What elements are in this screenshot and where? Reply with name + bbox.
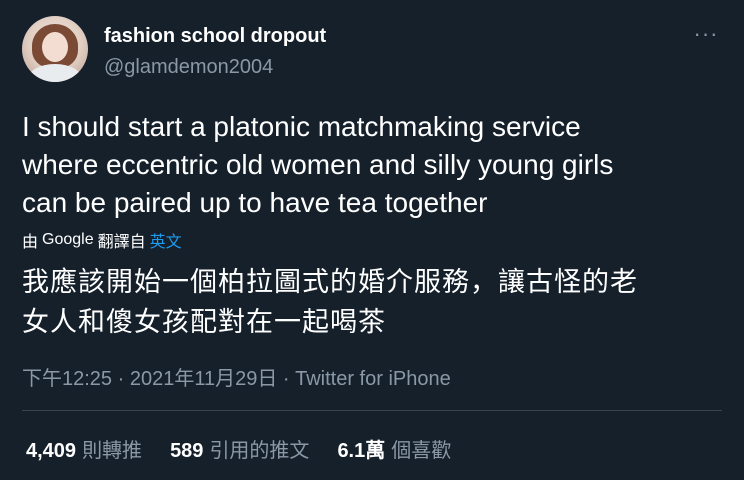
avatar-body <box>28 64 82 82</box>
tweet-text: I should start a platonic matchmaking se… <box>22 108 722 222</box>
likes-stat[interactable]: 6.1萬 個喜歡 <box>337 434 451 463</box>
user-handle[interactable]: @glamdemon2004 <box>104 56 273 79</box>
avatar-face <box>42 32 68 62</box>
translation-middle: 翻譯自 <box>97 234 146 251</box>
tweet-text-line: I should start a platonic matchmaking se… <box>22 111 581 142</box>
display-name[interactable]: fashion school dropout <box>104 25 326 48</box>
retweets-count: 4,409 <box>26 440 77 462</box>
likes-label: 個喜歡 <box>391 440 452 462</box>
tweet-text-line: can be paired up to have tea together <box>22 187 488 218</box>
translated-line: 我應該開始一個柏拉圖式的婚介服務，讓古怪的老 <box>22 267 638 297</box>
likes-count: 6.1萬 <box>337 440 386 462</box>
translation-source-language[interactable]: 英文 <box>150 228 182 252</box>
tweet-stats: 4,409 則轉推 589 引用的推文 6.1萬 個喜歡 <box>26 434 451 463</box>
tweet-timestamp[interactable]: 下午12:25 · 2021年11月29日 · Twitter for iPho… <box>22 362 451 391</box>
translation-attribution: 由 Google 翻譯自 英文 <box>22 228 182 252</box>
retweets-stat[interactable]: 4,409 則轉推 <box>26 434 142 463</box>
google-logo: Google <box>42 231 94 248</box>
quote-tweets-label: 引用的推文 <box>209 440 310 462</box>
avatar[interactable] <box>22 16 88 82</box>
quote-tweets-stat[interactable]: 589 引用的推文 <box>170 434 309 463</box>
tweet-header: fashion school dropout @glamdemon2004 ··… <box>22 16 722 82</box>
more-options-icon[interactable]: ··· <box>690 23 722 48</box>
translated-line: 女人和傻女孩配對在一起喝茶 <box>22 307 386 337</box>
translation-prefix: 由 <box>22 234 39 251</box>
translated-text: 我應該開始一個柏拉圖式的婚介服務，讓古怪的老 女人和傻女孩配對在一起喝茶 <box>22 262 722 342</box>
retweets-label: 則轉推 <box>82 440 143 462</box>
tweet-text-line: where eccentric old women and silly youn… <box>22 149 614 180</box>
divider <box>22 410 722 411</box>
quote-tweets-count: 589 <box>170 440 204 462</box>
